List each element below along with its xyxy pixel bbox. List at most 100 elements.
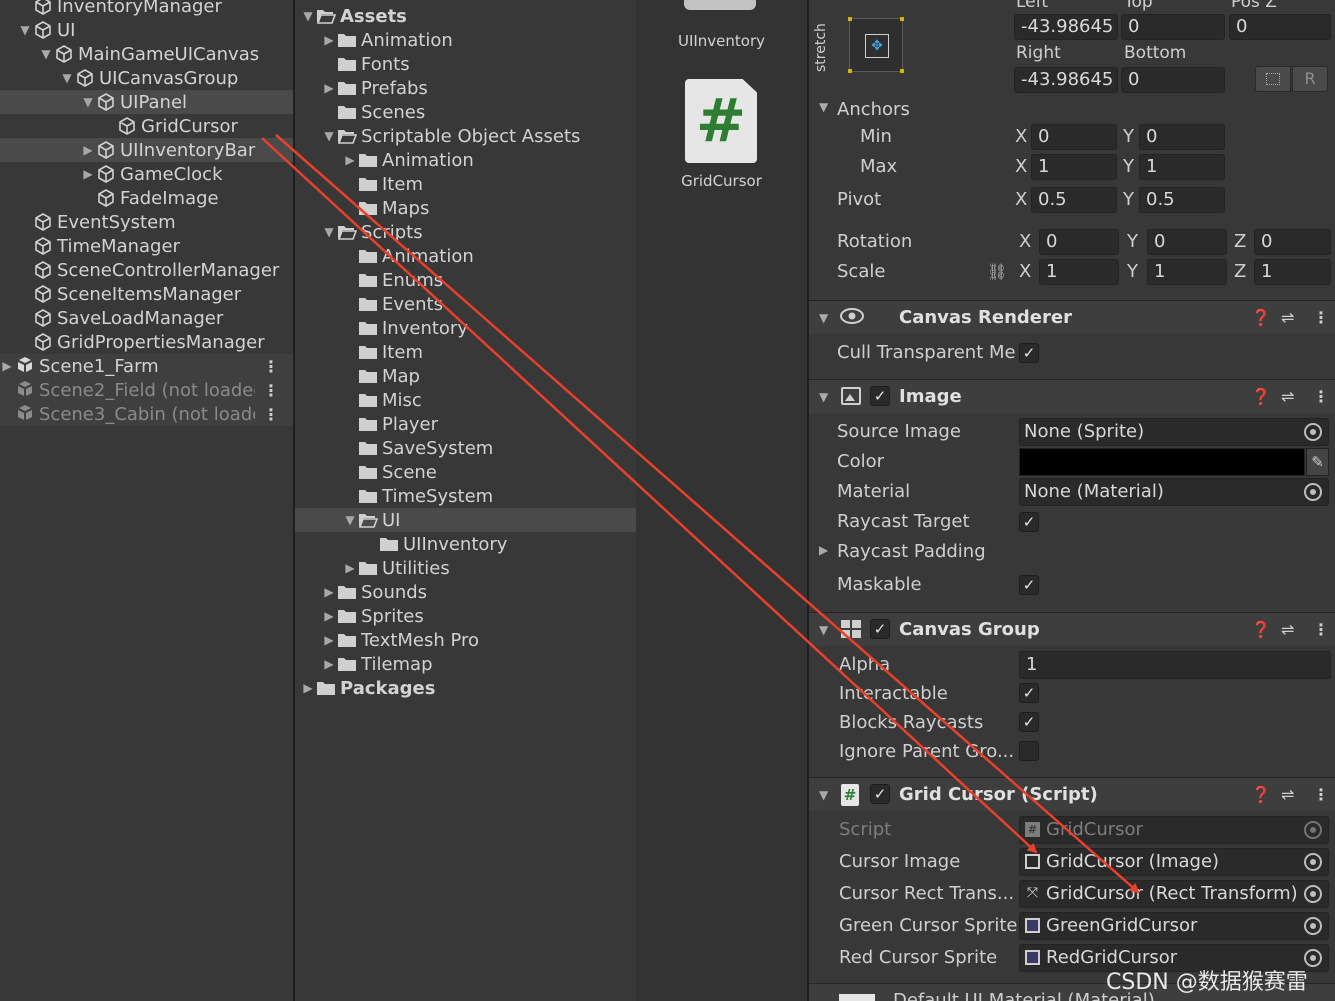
kebab-menu-icon[interactable]: ⋮ <box>263 405 279 424</box>
hierarchy-item[interactable]: InventoryManager <box>0 0 293 18</box>
hierarchy-item[interactable]: SaveLoadManager <box>0 306 293 330</box>
anchor-preset-box[interactable]: ✥ <box>848 17 904 73</box>
foldout-arrow-icon[interactable]: ▼ <box>819 623 828 637</box>
grid-cursor-enabled-checkbox[interactable]: ✓ <box>870 784 890 804</box>
project-folder-item[interactable]: ▶ Utilities <box>295 556 636 580</box>
expand-arrow-right-icon[interactable]: ▶ <box>81 143 95 157</box>
color-swatch[interactable] <box>1019 448 1305 476</box>
help-icon[interactable]: ❓ <box>1251 785 1271 804</box>
project-folder-item[interactable]: ▼ Scripts <box>295 220 636 244</box>
asset-folder-uiinventory[interactable]: UIInventory <box>636 0 807 60</box>
hierarchy-item[interactable]: EventSystem <box>0 210 293 234</box>
ignore-parent-groups-checkbox[interactable] <box>1019 741 1039 761</box>
scene-item[interactable]: ▶ Scene1_Farm ⋮ <box>0 354 293 378</box>
object-picker-icon[interactable] <box>1304 483 1322 501</box>
raycast-padding-foldout-arrow[interactable]: ▶ <box>819 543 828 557</box>
blocks-raycasts-checkbox[interactable]: ✓ <box>1019 712 1039 732</box>
project-folder-item[interactable]: ▼ Assets <box>295 4 636 28</box>
kebab-menu-icon[interactable]: ⋮ <box>263 357 279 376</box>
project-folder-item[interactable]: Animation <box>295 244 636 268</box>
hierarchy-item[interactable]: ▼ UICanvasGroup <box>0 66 293 90</box>
scale-y-field[interactable]: 1 <box>1147 259 1227 285</box>
project-folder-item[interactable]: Map <box>295 364 636 388</box>
expand-arrow-down-icon[interactable]: ▼ <box>322 225 336 239</box>
raw-edit-button[interactable]: R <box>1292 66 1328 92</box>
kebab-menu-icon[interactable]: ⋮ <box>1313 620 1329 639</box>
expand-arrow-down-icon[interactable]: ▼ <box>60 71 74 85</box>
help-icon[interactable]: ❓ <box>1251 308 1271 327</box>
foldout-arrow-icon[interactable]: ▼ <box>819 390 828 404</box>
green-cursor-sprite-field[interactable]: GreenGridCursor <box>1019 912 1329 940</box>
project-folder-item[interactable]: ▶ TextMesh Pro <box>295 628 636 652</box>
kebab-menu-icon[interactable]: ⋮ <box>1313 785 1329 804</box>
help-icon[interactable]: ❓ <box>1251 620 1271 639</box>
rect-left-field[interactable]: -43.98645 <box>1014 14 1118 40</box>
constrain-proportions-icon[interactable]: ⛓ <box>987 262 1007 281</box>
maskable-checkbox[interactable]: ✓ <box>1019 575 1039 595</box>
expand-arrow-right-icon[interactable]: ▶ <box>81 167 95 181</box>
presets-icon[interactable]: ⇌ <box>1281 620 1294 639</box>
expand-arrow-right-icon[interactable]: ▶ <box>322 633 336 647</box>
rect-bottom-field[interactable]: 0 <box>1121 67 1225 93</box>
project-folder-item[interactable]: Events <box>295 292 636 316</box>
pivot-y-field[interactable]: 0.5 <box>1139 187 1225 213</box>
scale-z-field[interactable]: 1 <box>1254 259 1331 285</box>
foldout-arrow-icon[interactable]: ▼ <box>819 788 828 802</box>
scene-item[interactable]: Scene3_Cabin (not loaded ⋮ <box>0 402 293 426</box>
project-folder-item[interactable]: UIInventory <box>295 532 636 556</box>
expand-arrow-right-icon[interactable]: ▶ <box>322 657 336 671</box>
cull-transparent-checkbox[interactable]: ✓ <box>1019 343 1039 363</box>
hierarchy-item[interactable]: ▶ UIInventoryBar <box>0 138 293 162</box>
project-folder-item[interactable]: ▶ Sounds <box>295 580 636 604</box>
rect-right-field[interactable]: -43.98645 <box>1014 67 1118 93</box>
help-icon[interactable]: ❓ <box>1251 387 1271 406</box>
alpha-field[interactable]: 1 <box>1019 651 1331 679</box>
anchors-min-x-field[interactable]: 0 <box>1031 124 1117 150</box>
interactable-checkbox[interactable]: ✓ <box>1019 683 1039 703</box>
project-folder-item[interactable]: Enums <box>295 268 636 292</box>
presets-icon[interactable]: ⇌ <box>1281 308 1294 327</box>
project-folder-item[interactable]: Player <box>295 412 636 436</box>
project-folder-item[interactable]: Item <box>295 340 636 364</box>
object-picker-icon[interactable] <box>1304 853 1322 871</box>
expand-arrow-down-icon[interactable]: ▼ <box>39 47 53 61</box>
project-folder-item[interactable]: ▶ Tilemap <box>295 652 636 676</box>
expand-arrow-down-icon[interactable]: ▼ <box>322 129 336 143</box>
hierarchy-item[interactable]: ▼ UIPanel <box>0 90 293 114</box>
foldout-arrow-icon[interactable]: ▼ <box>819 311 828 325</box>
anchors-min-y-field[interactable]: 0 <box>1139 124 1225 150</box>
component-header-grid-cursor[interactable]: ▼ # ✓ Grid Cursor (Script) ❓ ⇌ ⋮ <box>809 777 1335 811</box>
hierarchy-item[interactable]: GridCursor <box>0 114 293 138</box>
cursor-image-field[interactable]: GridCursor (Image) <box>1019 848 1329 876</box>
hierarchy-item[interactable]: SceneItemsManager <box>0 282 293 306</box>
component-header-canvas-group[interactable]: ▼ ✓ Canvas Group ❓ ⇌ ⋮ <box>809 612 1335 646</box>
hierarchy-item[interactable]: SceneControllerManager <box>0 258 293 282</box>
project-folder-item[interactable]: ▶ Animation <box>295 148 636 172</box>
hierarchy-item[interactable]: ▼ UI <box>0 18 293 42</box>
project-folder-item[interactable]: ▶ Prefabs <box>295 76 636 100</box>
project-folder-item[interactable]: ▶ Packages <box>295 676 636 700</box>
eyedropper-icon[interactable]: ✎ <box>1306 448 1329 476</box>
expand-arrow-right-icon[interactable]: ▶ <box>322 609 336 623</box>
material-field[interactable]: None (Material) <box>1019 478 1329 506</box>
object-picker-icon[interactable] <box>1304 885 1322 903</box>
hierarchy-item[interactable]: TimeManager <box>0 234 293 258</box>
hierarchy-item[interactable]: ▶ GameClock <box>0 162 293 186</box>
project-folder-item[interactable]: Scenes <box>295 100 636 124</box>
image-enabled-checkbox[interactable]: ✓ <box>870 386 890 406</box>
project-folder-item[interactable]: Misc <box>295 388 636 412</box>
project-folder-item[interactable]: SaveSystem <box>295 436 636 460</box>
project-folder-item[interactable]: Scene <box>295 460 636 484</box>
raycast-padding-label[interactable]: Raycast Padding <box>837 541 986 562</box>
project-folder-item[interactable]: Item <box>295 172 636 196</box>
expand-arrow-right-icon[interactable]: ▶ <box>343 153 357 167</box>
expand-arrow-down-icon[interactable]: ▼ <box>301 9 315 23</box>
expand-arrow-right-icon[interactable]: ▶ <box>322 81 336 95</box>
pivot-x-field[interactable]: 0.5 <box>1031 187 1117 213</box>
scene-item[interactable]: Scene2_Field (not loaded ⋮ <box>0 378 293 402</box>
project-folder-item[interactable]: ▶ Animation <box>295 28 636 52</box>
expand-arrow-right-icon[interactable]: ▶ <box>322 33 336 47</box>
blueprint-mode-button[interactable] <box>1255 66 1291 92</box>
expand-arrow-right-icon[interactable]: ▶ <box>343 561 357 575</box>
project-folder-item[interactable]: ▼ UI <box>295 508 636 532</box>
